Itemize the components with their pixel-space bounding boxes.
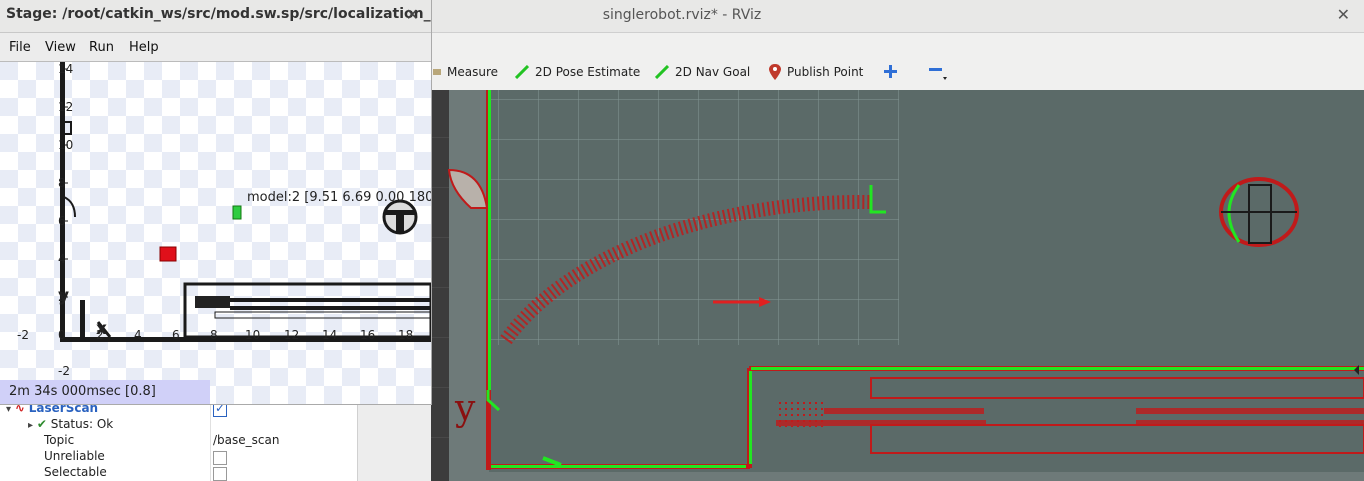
menu-view[interactable]: View: [45, 40, 76, 55]
topic-value[interactable]: /base_scan: [213, 433, 279, 449]
stage-canvas[interactable]: 14 12 10 8 6 4 2 0 -2 -2 2 4 6 8 10 12 1…: [0, 62, 431, 404]
y-tick: 12: [58, 100, 74, 114]
y-tick: 14: [58, 62, 74, 76]
rviz-close-icon[interactable]: ✕: [1337, 5, 1350, 24]
pose-estimate-label: 2D Pose Estimate: [535, 65, 641, 79]
x-tick: 10: [245, 328, 261, 342]
column-divider: [210, 395, 211, 481]
collapse-arrow-icon[interactable]: ▸: [28, 420, 33, 431]
selectable-label: Selectable: [44, 465, 107, 479]
stage-status-bar: 2m 34s 000msec [0.8]: [0, 380, 210, 404]
sim-time-label: 2m 34s 000msec [0.8]: [9, 384, 156, 399]
menu-run[interactable]: Run: [89, 40, 114, 55]
green-model[interactable]: [232, 205, 242, 220]
map-pin-icon: [769, 64, 781, 80]
nav-goal-tool-button[interactable]: 2D Nav Goal: [655, 63, 750, 81]
x-tick: 8: [210, 328, 218, 342]
rviz-3d-viewport[interactable]: y: [431, 90, 1364, 481]
publish-point-label: Publish Point: [787, 65, 864, 79]
y-tick: 0: [58, 328, 66, 342]
stage-title-bar: Stage: /root/catkin_ws/src/mod.sw.sp/src…: [0, 0, 431, 33]
x-tick: 4: [134, 328, 142, 342]
unreliable-checkbox[interactable]: [213, 451, 227, 465]
map-view: [431, 90, 1364, 481]
status-row[interactable]: ▸ ✔ Status: Ok: [28, 417, 113, 433]
unreliable-label: Unreliable: [44, 449, 105, 463]
rviz-toolbar: Measure 2D Pose Estimate 2D Nav Goal Pub…: [431, 33, 1364, 90]
expand-arrow-icon[interactable]: ▾: [6, 404, 11, 415]
remove-tool-button[interactable]: [929, 63, 955, 81]
laserscan-enabled-checkbox[interactable]: ✓: [213, 401, 227, 417]
x-tick: 12: [284, 328, 300, 342]
plus-icon: [884, 65, 897, 78]
stage-menubar: File View Run Help: [0, 33, 431, 62]
laser-scan-points: [488, 90, 491, 390]
x-tick: 16: [360, 328, 376, 342]
topic-label: Topic: [44, 433, 75, 447]
y-tick: 8: [58, 176, 66, 190]
y-tick: 10: [58, 138, 74, 152]
x-tick: 14: [322, 328, 338, 342]
y-tick: 4: [58, 252, 66, 266]
menu-file[interactable]: File: [9, 40, 31, 55]
displays-panel: ▾ ∿ LaserScan ▸ ✔ Status: Ok Topic Unrel…: [0, 395, 358, 481]
measure-tool-button[interactable]: Measure: [433, 63, 498, 81]
stage-x-axis-label: x: [96, 319, 107, 339]
pose-estimate-tool-button[interactable]: 2D Pose Estimate: [515, 63, 640, 81]
x-tick: -2: [17, 328, 29, 342]
stage-close-icon[interactable]: ✕: [406, 5, 419, 24]
pose-estimate-arrow-icon: [515, 65, 529, 79]
model-pose-label: model:2 [9.51 6.69 0.00 180.0: [247, 190, 432, 205]
y-tick: -2: [58, 364, 70, 378]
nav-goal-arrow-icon: [655, 65, 669, 79]
stage-window-title: Stage: /root/catkin_ws/src/mod.sw.sp/src…: [6, 6, 432, 22]
publish-point-tool-button[interactable]: Publish Point: [769, 63, 863, 81]
x-tick: 6: [172, 328, 180, 342]
menu-help[interactable]: Help: [129, 40, 159, 55]
viewport-y-axis-label: y: [455, 388, 476, 429]
selectable-checkbox[interactable]: [213, 467, 227, 481]
stage-window: Stage: /root/catkin_ws/src/mod.sw.sp/src…: [0, 0, 432, 405]
status-label: Status: Ok: [50, 417, 114, 431]
status-ok-icon: ✔: [36, 417, 47, 431]
nav-goal-label: 2D Nav Goal: [675, 65, 751, 79]
add-tool-button[interactable]: [884, 63, 904, 81]
ruler-icon: [433, 69, 441, 75]
y-tick: 6: [58, 214, 66, 228]
x-tick: 18: [398, 328, 414, 342]
measure-label: Measure: [447, 65, 498, 79]
stage-y-axis-label: y: [58, 286, 70, 306]
minus-icon: [929, 68, 947, 80]
red-model[interactable]: [159, 246, 177, 262]
